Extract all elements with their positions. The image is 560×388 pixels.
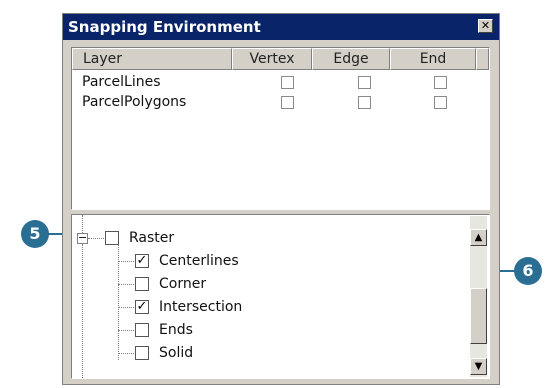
tree-checkbox-centerlines[interactable]: ✓: [135, 254, 149, 268]
end-checkbox[interactable]: [434, 76, 447, 89]
tree-checkbox-ends[interactable]: [135, 323, 149, 337]
close-icon: ✕: [480, 19, 491, 32]
callout-6: 6: [514, 257, 542, 285]
window-title: Snapping Environment: [68, 18, 261, 36]
edge-checkbox[interactable]: [358, 96, 371, 109]
tree-label-ends: Ends: [159, 322, 193, 338]
layer-name: ParcelLines: [82, 74, 161, 90]
arrow-up-icon: ▲: [474, 232, 483, 243]
collapse-icon: −: [78, 231, 88, 244]
tree-label-raster: Raster: [129, 230, 175, 246]
tree-guide-line: [118, 330, 134, 331]
edge-checkbox[interactable]: [358, 76, 371, 89]
tree-guide-line: [118, 261, 134, 262]
tree-label-corner: Corner: [159, 276, 207, 292]
close-button[interactable]: ✕: [478, 19, 493, 33]
column-header-filler: [476, 48, 489, 70]
scroll-up-button[interactable]: ▲: [470, 229, 487, 246]
table-row[interactable]: ParcelLines: [72, 72, 476, 92]
table-row[interactable]: ParcelPolygons: [72, 92, 476, 112]
snap-agent-tree: − Raster ✓ Centerlines Corner ✓ Intersec…: [71, 214, 490, 379]
end-checkbox[interactable]: [434, 96, 447, 109]
tree-label-centerlines: Centerlines: [159, 253, 239, 269]
column-header-layer[interactable]: Layer: [72, 48, 232, 70]
snapping-environment-window: Snapping Environment ✕ Layer Vertex Edge…: [62, 13, 500, 385]
check-icon: ✓: [136, 299, 148, 314]
tree-checkbox-corner[interactable]: [135, 277, 149, 291]
arrow-down-icon: ▼: [474, 361, 483, 372]
callout-5: 5: [21, 220, 49, 248]
tree-checkbox-raster[interactable]: [105, 231, 119, 245]
title-bar[interactable]: Snapping Environment ✕: [63, 14, 499, 40]
tree-label-intersection: Intersection: [159, 299, 243, 315]
tree-guide-line: [118, 245, 119, 360]
tree-guide-line: [82, 244, 83, 378]
column-header-end[interactable]: End: [390, 48, 476, 70]
vertex-checkbox[interactable]: [281, 76, 294, 89]
tree-label-solid: Solid: [159, 345, 194, 361]
tree-guide-line: [118, 353, 134, 354]
tree-guide-line: [118, 284, 134, 285]
tree-checkbox-solid[interactable]: [135, 346, 149, 360]
scroll-thumb[interactable]: [470, 288, 487, 344]
column-header-vertex[interactable]: Vertex: [232, 48, 312, 70]
vertex-checkbox[interactable]: [281, 96, 294, 109]
tree-guide-line: [118, 307, 134, 308]
layer-name: ParcelPolygons: [82, 94, 187, 110]
column-header-edge[interactable]: Edge: [312, 48, 390, 70]
check-icon: ✓: [136, 253, 148, 268]
tree-checkbox-intersection[interactable]: ✓: [135, 300, 149, 314]
vertical-scrollbar[interactable]: ▲ ▼: [470, 216, 487, 377]
tree-guide-line: [88, 238, 104, 239]
layer-table: Layer Vertex Edge End ParcelLines Parcel…: [71, 47, 490, 210]
tree-expander[interactable]: −: [77, 231, 88, 244]
scroll-down-button[interactable]: ▼: [470, 358, 487, 375]
